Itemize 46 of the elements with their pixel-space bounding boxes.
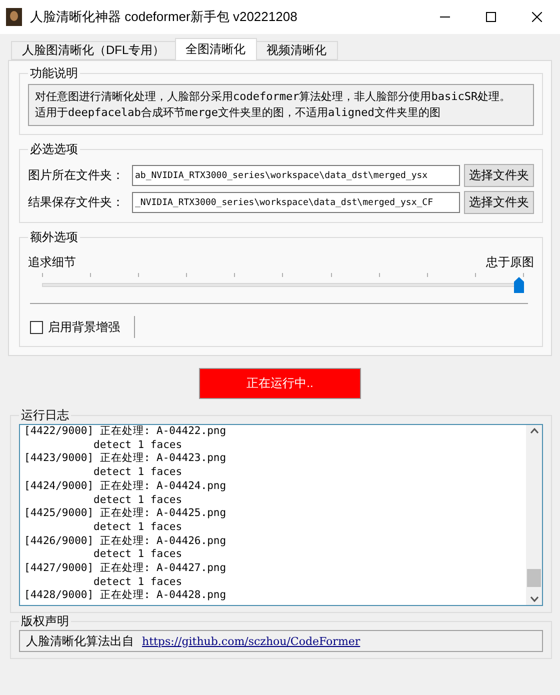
log-line: detect 1 faces — [92, 494, 184, 507]
log-line: [4426/9000] 正在处理: A-04426.png — [24, 534, 228, 548]
scroll-down-icon[interactable] — [530, 596, 538, 602]
log-line: [4425/9000] 正在处理: A-04425.png — [24, 507, 228, 521]
folder-path-field[interactable]: ab_NVIDIA_RTX3000_series\workspace\data_dst\merged_ysx — [132, 165, 460, 186]
scroll-up-icon[interactable] — [530, 428, 538, 434]
scroll-thumb[interactable] — [527, 569, 541, 587]
github-link[interactable]: https://github.com/sczhou/CodeFormer — [142, 634, 360, 648]
log-line: detect 1 faces — [92, 520, 184, 535]
checkbox-label: 启用背景增强 — [48, 318, 120, 336]
group-title: 必选选项 — [29, 141, 79, 158]
choose-folder-button[interactable]: 选择文件夹 — [464, 164, 534, 187]
slider-thumb[interactable] — [514, 277, 524, 293]
choose-folder-button[interactable]: 选择文件夹 — [464, 191, 534, 214]
folder-path-field[interactable]: _NVIDIA_RTX3000_series\workspace\data_dst\merged_ysx_CF — [132, 192, 460, 213]
log-line: detect 1 faces — [92, 548, 184, 562]
log-line: detect 1 faces — [92, 438, 184, 452]
group-title: 额外选项 — [29, 229, 79, 246]
tab[interactable]: 全图清晰化 — [174, 38, 257, 60]
tab[interactable]: 视频清晰化 — [256, 41, 338, 60]
group-title: 功能说明 — [29, 65, 79, 82]
field-label: 结果保存文件夹： — [28, 194, 125, 211]
field-label: 图片所在文件夹： — [28, 167, 125, 184]
scrollbar[interactable] — [526, 425, 542, 605]
slider-max-label: 忠于原图 — [486, 254, 534, 271]
log-line: [4428/9000] 正在处理: A-04428.png — [24, 589, 228, 604]
tab[interactable]: 人脸图清晰化（DFL专用） — [11, 41, 176, 60]
maximize-icon[interactable] — [486, 12, 496, 22]
run-button[interactable]: 正在运行中.. — [199, 368, 361, 399]
description-text: 对任意图进行清晰化处理，人脸部分采用codeformer算法处理，非人脸部分使用basicSR处理。 适用于deepfacelab合成环节merge文件夹里的图，不适用aligned文件夹里的图 — [28, 84, 534, 126]
log-line: [4422/9000] 正在处理: A-04422.png — [24, 425, 228, 439]
log-line: [4423/9000] 正在处理: A-04423.png — [24, 452, 228, 466]
log-line: [4424/9000] 正在处理: A-04424.png — [24, 480, 228, 494]
close-icon[interactable] — [532, 12, 542, 22]
group-title: 版权声明 — [20, 613, 70, 630]
checkbox[interactable] — [30, 320, 43, 334]
slider-min-label: 追求细节 — [28, 254, 76, 271]
window-title: 人脸清晰化神器 codeformer新手包 v20221208 — [30, 8, 298, 26]
minimize-icon[interactable] — [440, 16, 450, 18]
app-icon — [6, 8, 22, 26]
log-line: detect 1 faces — [92, 576, 184, 589]
slider-track[interactable] — [42, 271, 524, 293]
log-line: detect 1 faces — [92, 466, 184, 480]
log-line: [4427/9000] 正在处理: A-04427.png — [24, 562, 228, 576]
group-title: 运行日志 — [20, 407, 70, 424]
copyright-text: 人脸清晰化算法出自 — [26, 632, 134, 650]
